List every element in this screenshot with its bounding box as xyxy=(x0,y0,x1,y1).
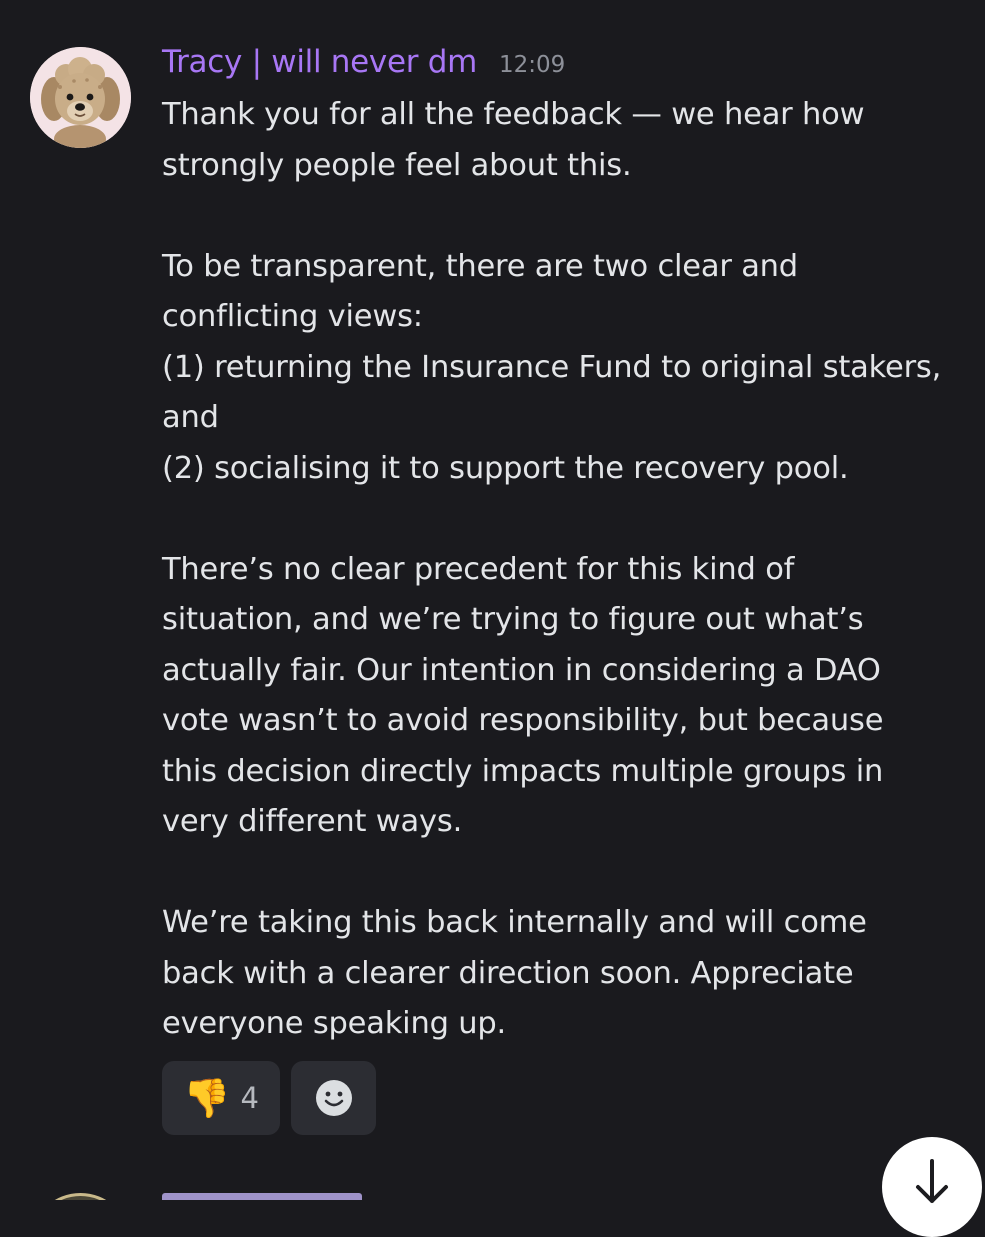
message-line: conflicting views: xyxy=(162,299,423,334)
message-header: Tracy | will never dm 12:09 xyxy=(162,44,565,84)
message-content: Thank you for all the feedback — we hear… xyxy=(162,90,982,1050)
message-line: To be transparent, there are two clear a… xyxy=(162,248,798,284)
message-line: situation, and we’re trying to figure ou… xyxy=(162,602,864,637)
message-line: this decision directly impacts multiple … xyxy=(162,753,884,789)
username[interactable]: Tracy | will never dm xyxy=(162,44,477,80)
smiley-face-icon xyxy=(315,1080,352,1116)
message-line: Thank you for all the feedback — we hear… xyxy=(162,97,865,132)
message-line: (1) returning the Insurance Fund to orig… xyxy=(162,349,942,385)
timestamp: 12:09 xyxy=(499,52,566,78)
message-line: back with a clearer direction soon. Appr… xyxy=(162,955,854,991)
message-line: everyone speaking up. xyxy=(162,1006,507,1041)
next-user-avatar[interactable] xyxy=(30,1193,131,1200)
user-avatar[interactable] xyxy=(30,47,131,148)
message-line: strongly people feel about this. xyxy=(162,147,632,183)
next-message-partial xyxy=(0,1185,985,1200)
scroll-to-bottom-button[interactable] xyxy=(882,1137,982,1237)
message-line: (2) socialising it to support the recove… xyxy=(162,450,849,486)
reaction-count: 4 xyxy=(240,1081,259,1115)
message-line: and xyxy=(162,400,219,435)
message-line: very different ways. xyxy=(162,804,463,839)
dog-avatar-icon xyxy=(30,47,131,148)
next-username-fragment xyxy=(162,1193,362,1200)
message-line: vote wasn’t to avoid responsibility, but… xyxy=(162,703,884,738)
reactions-bar: 👎 4 xyxy=(162,1061,376,1135)
message-line: There’s no clear precedent for this kind… xyxy=(162,551,795,587)
message-line: We’re taking this back internally and wi… xyxy=(162,905,867,940)
thumbs-down-icon: 👎 xyxy=(183,1076,231,1120)
arrow-down-icon xyxy=(916,1159,948,1203)
thumbs-down-reaction[interactable]: 👎 4 xyxy=(162,1061,280,1135)
message-line: actually fair. Our intention in consider… xyxy=(162,652,881,688)
add-reaction-button[interactable] xyxy=(291,1061,376,1135)
